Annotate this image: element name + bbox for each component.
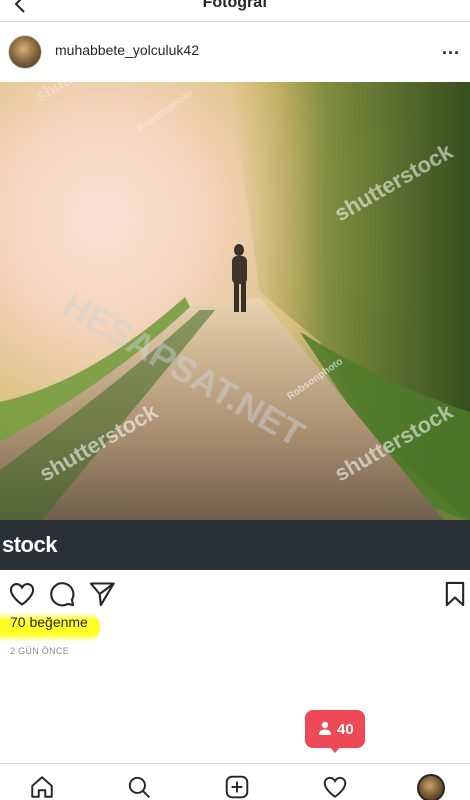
post-header: muhabbete_yolculuk42 ...	[0, 24, 470, 80]
activity-notification-badge[interactable]: 40	[305, 710, 365, 753]
top-bar: Fotoğraf	[0, 0, 470, 22]
post-actions	[0, 578, 470, 614]
stock-strip: stock	[0, 520, 470, 570]
like-heart-icon[interactable]	[8, 580, 36, 608]
stock-strip-text: stock	[2, 532, 57, 557]
post-photo[interactable]: shutterstock shutterstock shutterstock s…	[0, 82, 470, 570]
likes-count[interactable]: 70 beğenme	[0, 612, 100, 642]
comment-icon[interactable]	[48, 580, 76, 608]
notification-count: 40	[337, 721, 354, 738]
home-icon[interactable]	[29, 774, 55, 800]
share-send-icon[interactable]	[88, 580, 116, 608]
notification-pointer	[329, 746, 341, 753]
photo-scene: shutterstock shutterstock shutterstock s…	[0, 82, 470, 570]
bottom-navigation	[0, 763, 470, 800]
page-title: Fotoğraf	[202, 0, 268, 11]
post-timestamp: 2 GÜN ÖNCE	[10, 646, 70, 656]
profile-avatar[interactable]	[417, 774, 445, 800]
user-avatar[interactable]	[8, 35, 42, 69]
more-options-button[interactable]: ...	[442, 38, 460, 59]
post-username[interactable]: muhabbete_yolculuk42	[55, 42, 199, 58]
new-post-icon[interactable]	[224, 774, 250, 800]
person-icon	[319, 721, 331, 735]
likes-count-label: 70 beğenme	[10, 614, 88, 630]
activity-heart-icon[interactable]	[322, 774, 348, 800]
search-icon[interactable]	[126, 774, 152, 800]
save-bookmark-icon[interactable]	[441, 580, 469, 608]
